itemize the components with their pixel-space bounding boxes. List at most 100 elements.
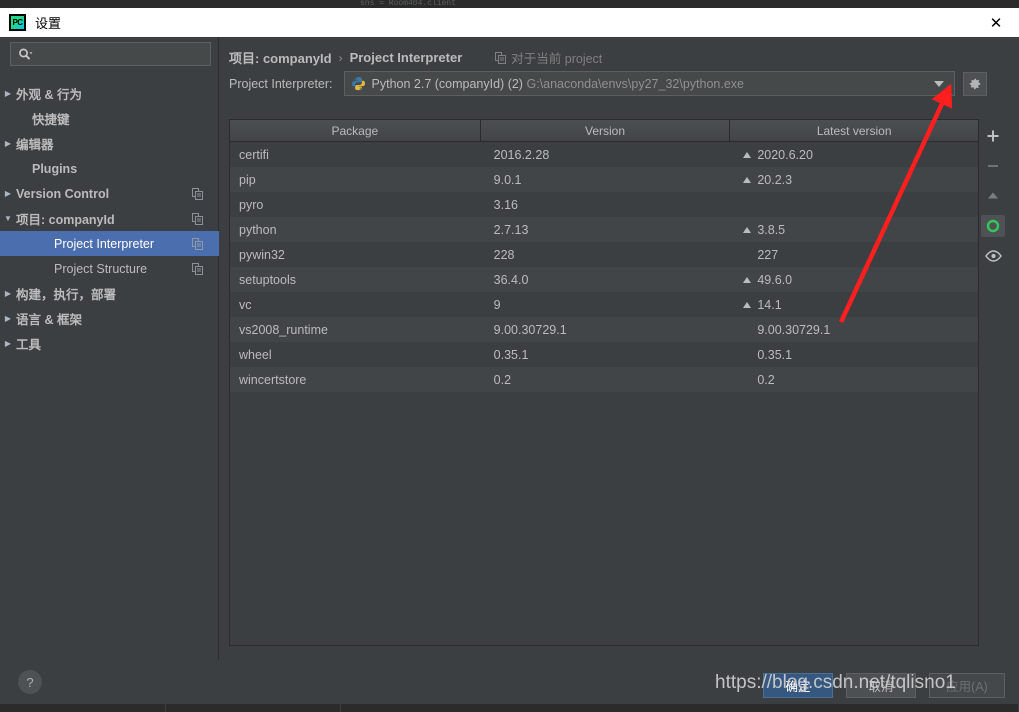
chevron-right-icon[interactable]: ▶ xyxy=(0,139,16,148)
breadcrumb-project[interactable]: 项目: companyId xyxy=(229,48,332,67)
copy-icon[interactable] xyxy=(192,237,203,250)
cancel-button[interactable]: 取消 xyxy=(846,673,916,698)
sidebar-item-[interactable]: ▶ 外观 & 行为 xyxy=(0,81,219,106)
plus-icon xyxy=(986,129,1000,143)
sidebar-item-label: 快捷键 xyxy=(32,113,70,127)
upgrade-package-button[interactable] xyxy=(981,185,1005,207)
cell-latest-version: 3.8.5 xyxy=(730,223,978,237)
interpreter-value: Python 2.7 (companyId) (2) G:\anaconda\e… xyxy=(372,77,744,91)
sidebar-item-companyid[interactable]: ▼ 项目: companyId xyxy=(0,206,219,231)
install-package-button[interactable] xyxy=(981,125,1005,147)
table-row[interactable]: pip 9.0.1 20.2.3 xyxy=(230,167,978,192)
sidebar-item-label: Project Interpreter xyxy=(54,236,155,251)
column-header-latest-version[interactable]: Latest version xyxy=(730,120,978,141)
table-body: certifi 2016.2.28 2020.6.20 pip 9.0.1 20.2.3 p… xyxy=(230,142,978,392)
cell-version: 2.7.13 xyxy=(493,222,529,237)
chevron-right-icon[interactable]: ▶ xyxy=(0,89,16,98)
sidebar-item-[interactable]: ▶ 构建，执行，部署 xyxy=(0,281,219,306)
cell-version: 0.35.1 xyxy=(493,347,529,362)
dialog-body: ▶ 外观 & 行为 快捷键 ▶ 编辑器 Plugins ▶ Version Control ▼ 项… xyxy=(0,37,1019,660)
table-row[interactable]: certifi 2016.2.28 2020.6.20 xyxy=(230,142,978,167)
interpreter-path: G:\anaconda\envs\py27_32\python.exe xyxy=(526,76,744,91)
sidebar-item-label: 语言 & 框架 xyxy=(16,313,82,327)
cell-latest-version-text: 0.2 xyxy=(757,372,775,387)
copy-icon[interactable] xyxy=(192,187,203,200)
refresh-button[interactable] xyxy=(981,215,1005,237)
ok-button[interactable]: 确定 xyxy=(763,673,833,698)
copy-icon[interactable] xyxy=(192,262,203,275)
sidebar-item-project-structure[interactable]: Project Structure xyxy=(0,256,219,281)
chevron-right-icon[interactable]: ▶ xyxy=(0,289,16,298)
cell-version: 2016.2.28 xyxy=(493,147,550,162)
close-icon[interactable]: ✕ xyxy=(973,8,1019,37)
table-row[interactable]: setuptools 36.4.0 49.6.0 xyxy=(230,267,978,292)
breadcrumb-separator: › xyxy=(338,50,343,65)
refresh-icon xyxy=(985,218,1001,234)
sidebar-item-label: 项目: companyId xyxy=(16,213,115,227)
sidebar-item-[interactable]: ▶ 工具 xyxy=(0,331,219,356)
column-header-package[interactable]: Package xyxy=(230,120,481,141)
table-row[interactable]: pywin32 228 227 xyxy=(230,242,978,267)
help-button[interactable]: ? xyxy=(18,670,42,694)
table-row[interactable]: python 2.7.13 3.8.5 xyxy=(230,217,978,242)
search-icon xyxy=(18,48,33,61)
interpreter-dropdown[interactable]: Python 2.7 (companyId) (2) G:\anaconda\e… xyxy=(343,71,955,96)
sidebar-item-[interactable]: 快捷键 xyxy=(0,106,219,131)
show-early-releases-button[interactable] xyxy=(981,245,1005,267)
chevron-down-icon[interactable]: ▼ xyxy=(0,214,16,223)
sidebar-item-[interactable]: ▶ 语言 & 框架 xyxy=(0,306,219,331)
sidebar-item-label: Plugins xyxy=(32,161,78,176)
arrow-up-icon xyxy=(743,226,752,233)
background-code-text: sns = Room404.client xyxy=(360,0,457,8)
table-row[interactable]: vs2008_runtime 9.00.30729.1 9.00.30729.1 xyxy=(230,317,978,342)
arrow-up-icon xyxy=(743,176,752,183)
cell-latest-version: 14.1 xyxy=(730,298,978,312)
cell-latest-version: 9.00.30729.1 xyxy=(730,323,978,337)
eye-icon xyxy=(984,250,1002,262)
table-row[interactable]: wincertstore 0.2 0.2 xyxy=(230,367,978,392)
gear-icon xyxy=(969,78,980,89)
cell-package: wincertstore xyxy=(239,372,307,387)
cell-latest-version-text: 2020.6.20 xyxy=(757,147,813,162)
settings-tree: ▶ 外观 & 行为 快捷键 ▶ 编辑器 Plugins ▶ Version Control ▼ 项… xyxy=(0,81,219,356)
sidebar-item-version-control[interactable]: ▶ Version Control xyxy=(0,181,219,206)
background-strip-bottom xyxy=(0,704,1019,712)
sidebar-item-[interactable]: ▶ 编辑器 xyxy=(0,131,219,156)
search-input[interactable] xyxy=(10,42,211,66)
table-row[interactable]: wheel 0.35.1 0.35.1 xyxy=(230,342,978,367)
title-bar: PC 设置 ✕ xyxy=(0,8,1019,37)
chevron-down-icon[interactable] xyxy=(933,80,944,87)
background-strip-top: sns = Room404.client xyxy=(0,0,1019,8)
cell-latest-version-text: 0.35.1 xyxy=(757,347,793,362)
copy-icon[interactable] xyxy=(192,212,203,225)
packages-toolbar xyxy=(978,119,1008,652)
sidebar-item-plugins[interactable]: Plugins xyxy=(0,156,219,181)
cell-latest-version: 227 xyxy=(730,248,978,262)
uninstall-package-button[interactable] xyxy=(981,155,1005,177)
interpreter-row: Project Interpreter: Python 2.7 (company… xyxy=(229,71,987,96)
table-row[interactable]: pyro 3.16 xyxy=(230,192,978,217)
sidebar-item-label: 工具 xyxy=(16,338,42,352)
chevron-right-icon[interactable]: ▶ xyxy=(0,189,16,198)
arrow-up-icon xyxy=(986,189,1000,203)
cell-package: pywin32 xyxy=(239,247,285,262)
cell-latest-version-text: 9.00.30729.1 xyxy=(757,322,831,337)
chevron-right-icon[interactable]: ▶ xyxy=(0,339,16,348)
cell-latest-version-text: 20.2.3 xyxy=(757,172,793,187)
column-header-version[interactable]: Version xyxy=(481,120,731,141)
cell-version: 228 xyxy=(493,247,515,262)
cell-latest-version: 20.2.3 xyxy=(730,173,978,187)
interpreter-settings-button[interactable] xyxy=(962,71,987,96)
cell-version: 9.00.30729.1 xyxy=(493,322,567,337)
arrow-up-icon xyxy=(743,276,752,283)
copy-icon xyxy=(495,51,507,64)
pycharm-logo-text: PC xyxy=(12,18,23,27)
minus-icon xyxy=(986,159,1000,173)
arrow-up-icon xyxy=(743,301,752,308)
cell-latest-version-text: 227 xyxy=(757,247,779,262)
table-row[interactable]: vc 9 14.1 xyxy=(230,292,978,317)
sidebar-item-project-interpreter[interactable]: Project Interpreter xyxy=(0,231,219,256)
chevron-right-icon[interactable]: ▶ xyxy=(0,314,16,323)
breadcrumb: 项目: companyId › Project Interpreter 对于当前… xyxy=(229,48,602,67)
apply-button[interactable]: 应用(A) xyxy=(929,673,1005,698)
